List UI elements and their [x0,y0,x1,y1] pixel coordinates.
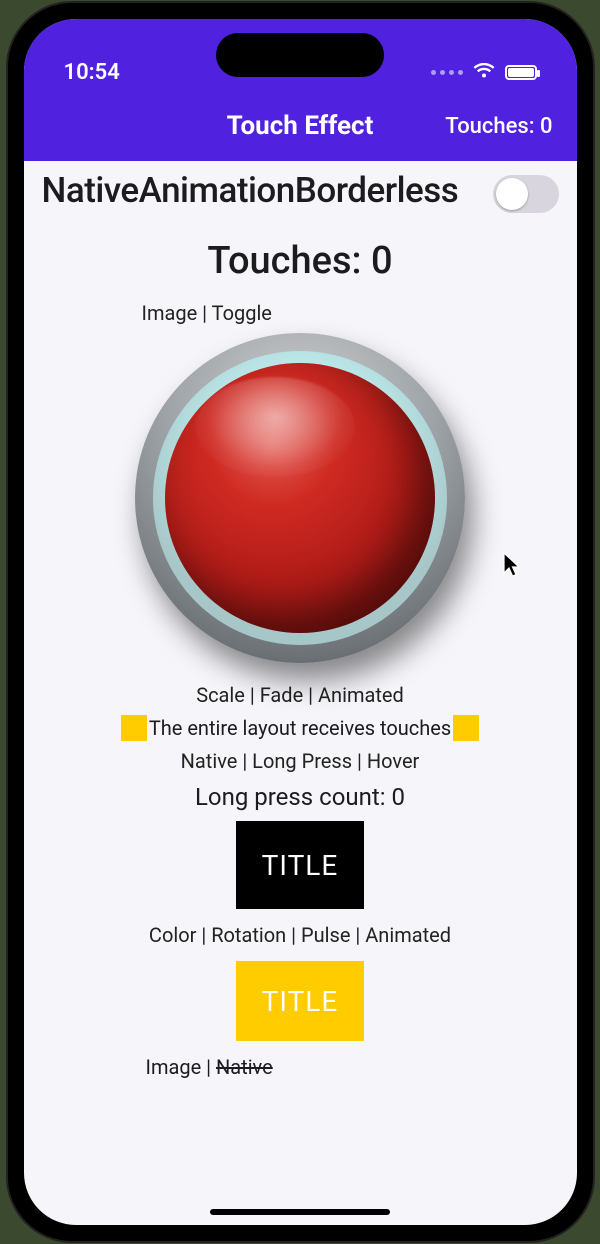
long-press-counter: Long press count: 0 [42,783,559,811]
screen: 10:54 Touch Effect Touches: 0 NativeAnim… [24,19,577,1225]
cursor-icon [502,552,522,578]
section-native-longpress: Native | Long Press | Hover [42,749,559,773]
section-color-rotation: Color | Rotation | Pulse | Animated [42,923,559,947]
toggle-knob [496,178,528,210]
page-title: Touch Effect [227,111,374,141]
native-button-black-label: TITLE [262,849,339,882]
section-image-native-strike: Native [216,1055,273,1079]
animated-button-gold[interactable]: TITLE [236,961,364,1041]
native-button-black[interactable]: TITLE [236,821,364,909]
section-image-toggle: Image | Toggle [142,301,559,325]
layout-touches-text: The entire layout receives touches [147,716,453,740]
highlight-chip-right [453,715,479,741]
layout-touches-row[interactable]: The entire layout receives touches [42,715,559,741]
app-bar: Touch Effect Touches: 0 [24,91,577,161]
content[interactable]: NativeAnimationBorderless Touches: 0 Ima… [24,161,577,1079]
setting-row: NativeAnimationBorderless [42,171,559,213]
home-indicator[interactable] [210,1209,390,1215]
touches-header-counter: Touches: 0 [445,114,552,139]
battery-icon [505,65,537,80]
setting-label: NativeAnimationBorderless [42,171,485,210]
highlight-chip-left [121,715,147,741]
dynamic-island [216,33,384,77]
status-right [431,60,537,85]
red-push-button[interactable] [135,333,465,663]
section-image-native-prefix: Image | [146,1055,217,1079]
touches-big-counter: Touches: 0 [42,239,559,283]
wifi-icon [473,60,495,85]
borderless-toggle[interactable] [493,175,559,213]
section-image-native: Image | Native [146,1055,559,1079]
animated-button-gold-label: TITLE [262,985,339,1018]
signal-dots-icon [431,70,463,75]
phone-frame: 10:54 Touch Effect Touches: 0 NativeAnim… [8,3,593,1241]
section-scale-fade: Scale | Fade | Animated [42,683,559,707]
clock: 10:54 [64,60,120,85]
